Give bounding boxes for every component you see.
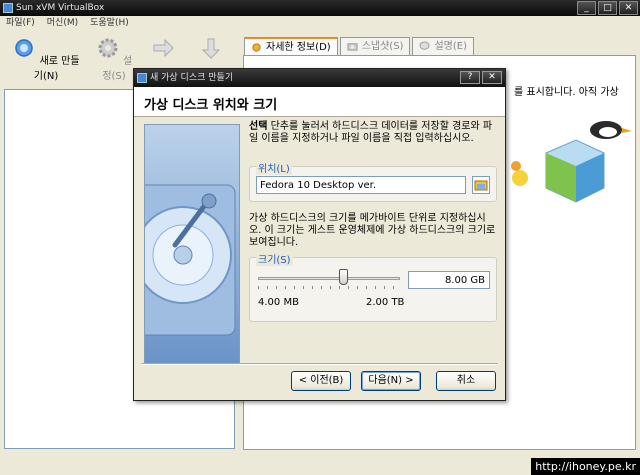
gear-icon	[98, 38, 118, 58]
start-button[interactable]	[148, 36, 178, 67]
dialog-heading-area: 가상 디스크 위치와 크기	[134, 87, 505, 117]
size-slider-ticks	[258, 286, 400, 289]
size-min-label: 4.00 MB	[258, 297, 299, 308]
arrow-right-icon	[153, 38, 174, 58]
minimize-button[interactable]: _	[577, 1, 596, 15]
details-tabs: 자세한 정보(D) 스냅샷(S) 설명(E)	[244, 37, 474, 56]
cancel-button[interactable]: 취소	[436, 371, 496, 391]
gear-icon	[252, 43, 261, 52]
location-group: 위치(L)	[249, 160, 497, 202]
size-description: 가상 하드디스크의 크기를 메가바이트 단위로 지정하십시오. 이 크기는 게스…	[249, 213, 496, 248]
intro-bold: 선택	[249, 121, 268, 132]
size-group: 크기(S) 4.00 MB 2.00 TB	[249, 251, 497, 322]
tab-snapshots-label: 스냅샷(S)	[361, 40, 404, 52]
size-slider-thumb[interactable]	[338, 269, 348, 285]
tab-details[interactable]: 자세한 정보(D)	[244, 37, 338, 56]
virtualbox-app-icon	[3, 3, 13, 13]
speech-bubble-icon	[419, 41, 430, 50]
main-titlebar[interactable]: Sun xVM VirtualBox _ □ ✕	[0, 0, 640, 16]
menu-machine[interactable]: 머신(M)	[47, 16, 78, 30]
menu-file[interactable]: 파일(F)	[6, 16, 35, 30]
dialog-titlebar[interactable]: 새 가상 디스크 만들기 ? ✕	[134, 69, 505, 87]
virtualbox-mascot-illustration	[511, 121, 632, 203]
intro-paragraph: 선택 단추를 눌러서 하드디스크 데이터를 저장할 경로와 파일 이름을 지정하…	[249, 121, 497, 145]
hard-disk-illustration	[144, 124, 240, 364]
camera-icon	[347, 43, 358, 51]
maximize-button[interactable]: □	[598, 1, 617, 15]
dialog-separator	[141, 363, 498, 365]
virtualbox-app-icon	[137, 73, 147, 83]
new-virtual-disk-dialog: 새 가상 디스크 만들기 ? ✕ 가상 디스크 위치와 크기 선택 단추를 눌러…	[133, 68, 506, 401]
location-label: 위치(L)	[256, 160, 292, 175]
main-window-title: Sun xVM VirtualBox	[16, 3, 105, 13]
watermark-url: http://ihoney.pe.kr	[531, 458, 640, 475]
menu-help[interactable]: 도움말(H)	[90, 16, 129, 30]
intro-text: 단추를 눌러서 하드디스크 데이터를 저장할 경로와 파일 이름을 지정하거나 …	[249, 121, 493, 144]
tab-details-label: 자세한 정보(D)	[266, 41, 331, 53]
size-input[interactable]	[408, 271, 490, 289]
tab-description-label: 설명(E)	[434, 40, 467, 52]
select-folder-button[interactable]	[472, 176, 490, 194]
hard-disk-icon	[145, 184, 236, 336]
folder-icon	[474, 180, 488, 191]
size-label: 크기(S)	[256, 251, 293, 266]
discard-button[interactable]	[196, 36, 226, 67]
arrow-down-icon	[201, 38, 221, 59]
size-slider-track[interactable]	[258, 277, 400, 280]
next-button[interactable]: 다음(N) >	[361, 371, 421, 391]
location-input[interactable]	[256, 176, 466, 194]
details-text: 를 표시합니다. 아직 가상	[514, 87, 619, 98]
size-max-label: 2.00 TB	[366, 297, 405, 308]
tab-description[interactable]: 설명(E)	[412, 37, 474, 55]
tab-snapshots[interactable]: 스냅샷(S)	[339, 37, 411, 55]
new-vm-label: 새로 만들기(N)	[33, 56, 80, 82]
new-sun-icon	[15, 39, 34, 57]
menubar: 파일(F) 머신(M) 도움말(H)	[0, 16, 640, 30]
dialog-close-button[interactable]: ✕	[482, 71, 502, 84]
new-vm-button[interactable]: 새로 만들기(N)	[8, 36, 84, 82]
dialog-heading: 가상 디스크 위치와 크기	[144, 98, 278, 113]
close-button[interactable]: ✕	[619, 1, 638, 15]
help-button[interactable]: ?	[460, 71, 480, 84]
settings-button[interactable]: 설정(S)	[92, 36, 136, 82]
dialog-title: 새 가상 디스크 만들기	[150, 73, 234, 83]
back-button[interactable]: < 이전(B)	[291, 371, 351, 391]
